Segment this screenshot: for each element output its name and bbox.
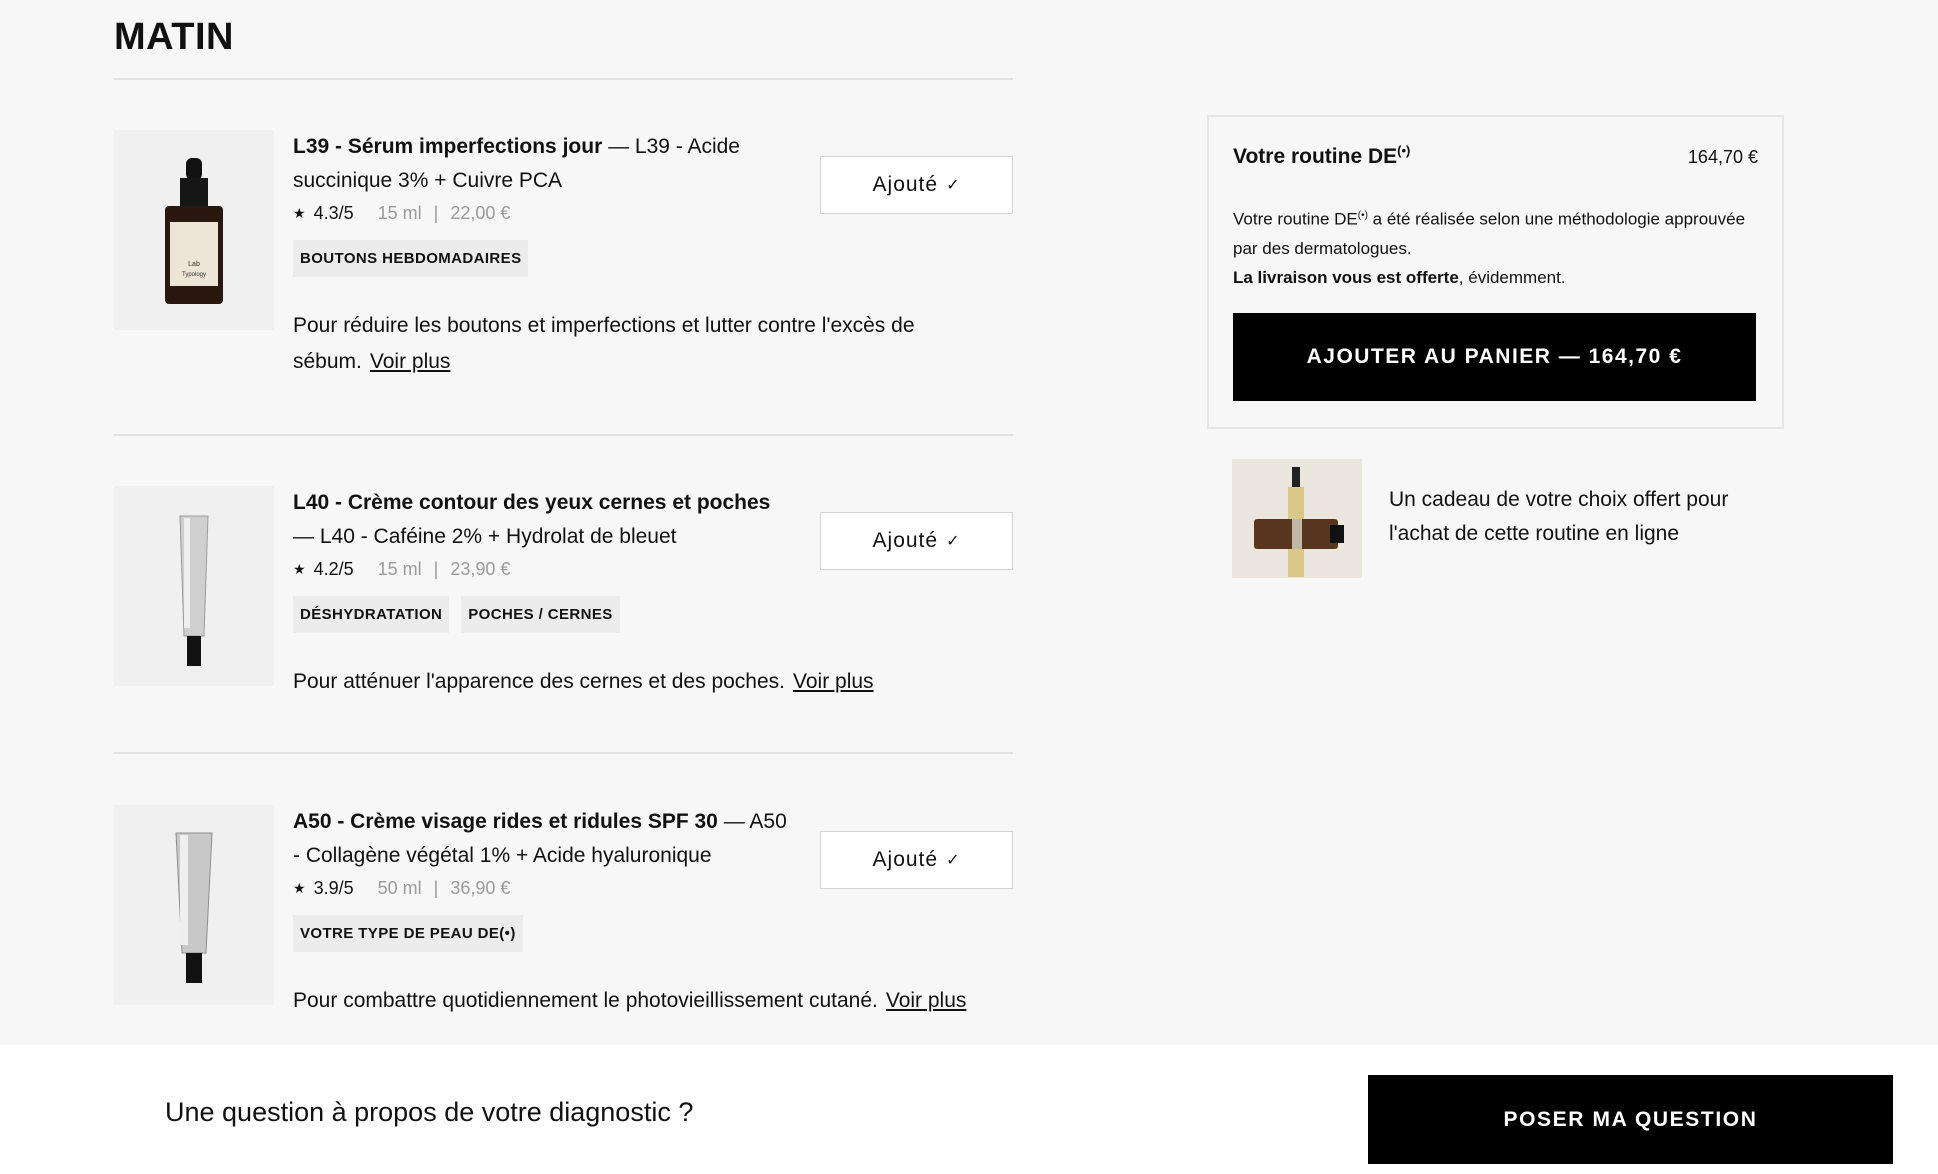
delivery-rest: , évidemment. xyxy=(1458,267,1566,287)
gift-offer: Un cadeau de votre choix offert pour l'a… xyxy=(1232,459,1792,579)
product-divider xyxy=(114,434,1013,436)
star-icon: ★ xyxy=(293,880,306,896)
product-card-a50: A50 - Crème visage rides et ridules SPF … xyxy=(114,805,1013,1045)
product-title[interactable]: L40 - Crème contour des yeux cernes et p… xyxy=(293,486,793,554)
product-image-l40[interactable] xyxy=(114,486,274,686)
product-price: 36,90 € xyxy=(450,878,511,898)
added-button[interactable]: Ajouté ✓ xyxy=(820,831,1013,889)
routine-desc-sup: (•) xyxy=(1357,210,1368,221)
product-name[interactable]: L39 - Sérum imperfections jour xyxy=(293,135,602,158)
product-info-l40: L40 - Crème contour des yeux cernes et p… xyxy=(293,486,793,633)
question-bar: Une question à propos de votre diagnosti… xyxy=(0,1045,1938,1174)
product-description: Pour réduire les boutons et imperfection… xyxy=(293,308,1013,380)
added-button[interactable]: Ajouté ✓ xyxy=(820,512,1013,570)
meta-separator: | xyxy=(433,203,439,223)
product-tags: VOTRE TYPE DE PEAU DE(•) xyxy=(293,915,793,952)
routine-summary-header: Votre routine DE(•) 164,70 € xyxy=(1233,143,1758,169)
routine-title-sup: (•) xyxy=(1397,143,1411,158)
gift-image xyxy=(1232,459,1362,578)
routine-description: Votre routine DE(•) a été réalisée selon… xyxy=(1233,201,1758,292)
section-title: MATIN xyxy=(114,16,234,58)
product-tags: DÉSHYDRATATION POCHES / CERNES xyxy=(293,596,793,633)
product-tags: BOUTONS HEBDOMADAIRES xyxy=(293,240,793,277)
star-icon: ★ xyxy=(293,561,306,577)
routine-summary-card: Votre routine DE(•) 164,70 € Votre routi… xyxy=(1207,115,1784,429)
product-info-a50: A50 - Crème visage rides et ridules SPF … xyxy=(293,805,793,952)
see-more-link[interactable]: Voir plus xyxy=(370,350,451,373)
product-card-l39: Lab Typology L39 - Sérum imperfections j… xyxy=(114,130,1013,380)
star-icon: ★ xyxy=(293,205,306,221)
gift-product-image xyxy=(1232,459,1362,578)
concern-tag: POCHES / CERNES xyxy=(461,596,620,633)
added-button-label: Ajouté xyxy=(872,529,939,552)
product-meta: ★ 4.3/5 15 ml | 22,00 € xyxy=(293,203,793,224)
product-description: Pour combattre quotidiennement le photov… xyxy=(293,983,1013,1019)
product-rating: 4.2/5 xyxy=(313,559,354,579)
question-text: Une question à propos de votre diagnosti… xyxy=(165,1097,694,1127)
section-divider xyxy=(114,78,1013,80)
meta-separator: | xyxy=(433,878,439,898)
ask-question-button[interactable]: POSER MA QUESTION xyxy=(1368,1075,1893,1164)
concern-tag: VOTRE TYPE DE PEAU DE(•) xyxy=(293,915,523,952)
meta-separator: | xyxy=(433,559,439,579)
bottle-label-line-1: Lab xyxy=(188,261,200,268)
product-title[interactable]: A50 - Crème visage rides et ridules SPF … xyxy=(293,805,793,873)
product-rating: 3.9/5 xyxy=(313,878,354,898)
dropper-bottle-image: Lab Typology xyxy=(165,158,223,304)
delivery-bold: La livraison vous est offerte xyxy=(1233,267,1459,287)
gift-text: Un cadeau de votre choix offert pour l'a… xyxy=(1389,488,1729,545)
product-info-l39: L39 - Sérum imperfections jour — L39 - A… xyxy=(293,130,793,277)
product-rating: 4.3/5 xyxy=(313,203,354,223)
product-price: 22,00 € xyxy=(450,203,511,223)
product-subtitle: — L40 - Caféine 2% + Hydrolat de bleuet xyxy=(293,525,677,548)
check-icon: ✓ xyxy=(946,852,961,869)
product-description-text: Pour combattre quotidiennement le photov… xyxy=(293,989,878,1012)
add-to-cart-button[interactable]: AJOUTER AU PANIER — 164,70 € xyxy=(1233,313,1756,401)
product-image-a50[interactable] xyxy=(114,805,274,1005)
see-more-link[interactable]: Voir plus xyxy=(886,989,967,1012)
product-divider xyxy=(114,752,1013,754)
bottle-label-line-2: Typology xyxy=(182,272,206,278)
product-size: 15 ml xyxy=(377,203,422,223)
routine-title-text: Votre routine DE xyxy=(1233,145,1398,168)
concern-tag: DÉSHYDRATATION xyxy=(293,596,450,633)
added-button-label: Ajouté xyxy=(872,848,939,871)
check-icon: ✓ xyxy=(946,533,961,550)
product-image-l39[interactable]: Lab Typology xyxy=(114,130,274,330)
product-card-l40: L40 - Crème contour des yeux cernes et p… xyxy=(114,486,1013,726)
added-button-label: Ajouté xyxy=(872,173,939,196)
product-size: 50 ml xyxy=(377,878,422,898)
product-meta: ★ 4.2/5 15 ml | 23,90 € xyxy=(293,559,793,580)
check-icon: ✓ xyxy=(946,177,961,194)
product-size: 15 ml xyxy=(377,559,422,579)
routine-desc-start: Votre routine DE xyxy=(1233,209,1358,229)
product-meta: ★ 3.9/5 50 ml | 36,90 € xyxy=(293,878,793,899)
product-price: 23,90 € xyxy=(450,559,511,579)
routine-price: 164,70 € xyxy=(1687,147,1758,167)
added-button[interactable]: Ajouté ✓ xyxy=(820,156,1013,214)
routine-title: Votre routine DE(•) xyxy=(1233,143,1410,169)
product-name[interactable]: L40 - Crème contour des yeux cernes et p… xyxy=(293,491,770,514)
product-name[interactable]: A50 - Crème visage rides et ridules SPF … xyxy=(293,810,718,833)
product-description-text: Pour atténuer l'apparence des cernes et … xyxy=(293,670,785,693)
eye-cream-tube-image xyxy=(179,515,209,666)
concern-tag: BOUTONS HEBDOMADAIRES xyxy=(293,240,529,277)
product-title[interactable]: L39 - Sérum imperfections jour — L39 - A… xyxy=(293,130,793,198)
product-description: Pour atténuer l'apparence des cernes et … xyxy=(293,664,1013,700)
see-more-link[interactable]: Voir plus xyxy=(793,670,874,693)
face-cream-tube-image xyxy=(175,832,213,983)
